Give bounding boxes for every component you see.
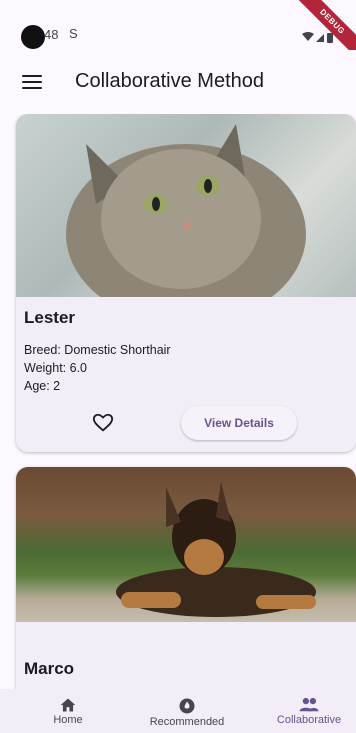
- sim-icon: S: [69, 26, 78, 41]
- pet-photo: [16, 114, 356, 297]
- page-title: Collaborative Method: [75, 70, 264, 92]
- group-icon: [299, 697, 319, 712]
- recommended-icon: [179, 698, 195, 714]
- pet-list[interactable]: Lester Breed: Domestic Shorthair Weight:…: [0, 114, 356, 689]
- pet-weight: Weight: 6.0: [24, 361, 88, 375]
- bottom-navigation: Home Recommended Collaborative: [0, 689, 356, 733]
- status-time: 48: [44, 27, 59, 42]
- view-details-button[interactable]: View Details: [181, 406, 297, 440]
- pet-name: Lester: [24, 308, 76, 327]
- pet-info: Breed: Domestic Shorthair Weight: 6.0 Ag…: [24, 341, 171, 395]
- pet-breed: Breed: Domestic Shorthair: [24, 343, 171, 357]
- pet-card: Lester Breed: Domestic Shorthair Weight:…: [16, 114, 356, 452]
- heart-outline-icon[interactable]: [92, 412, 114, 434]
- nav-home-label: Home: [53, 714, 83, 726]
- nav-collaborative[interactable]: Collaborative: [262, 689, 356, 733]
- home-icon: [60, 698, 76, 712]
- nav-recommended-label: Recommended: [149, 716, 225, 728]
- nav-recommended[interactable]: Recommended: [142, 689, 232, 733]
- status-bar: 48 S DEBUG: [0, 0, 356, 61]
- menu-icon[interactable]: [22, 75, 42, 91]
- pet-name: Marco: [24, 659, 75, 678]
- app-bar: Collaborative Method: [0, 50, 356, 114]
- pet-photo: [16, 467, 356, 622]
- pet-card: Marco: [16, 467, 356, 689]
- nav-home[interactable]: Home: [38, 689, 98, 733]
- camera-cutout: [21, 25, 45, 49]
- pet-age: Age: 2: [24, 379, 61, 393]
- battery-icon: [327, 33, 333, 43]
- nav-collaborative-label: Collaborative: [276, 714, 342, 726]
- cell-signal-icon: [316, 34, 324, 42]
- wifi-icon: [302, 32, 314, 41]
